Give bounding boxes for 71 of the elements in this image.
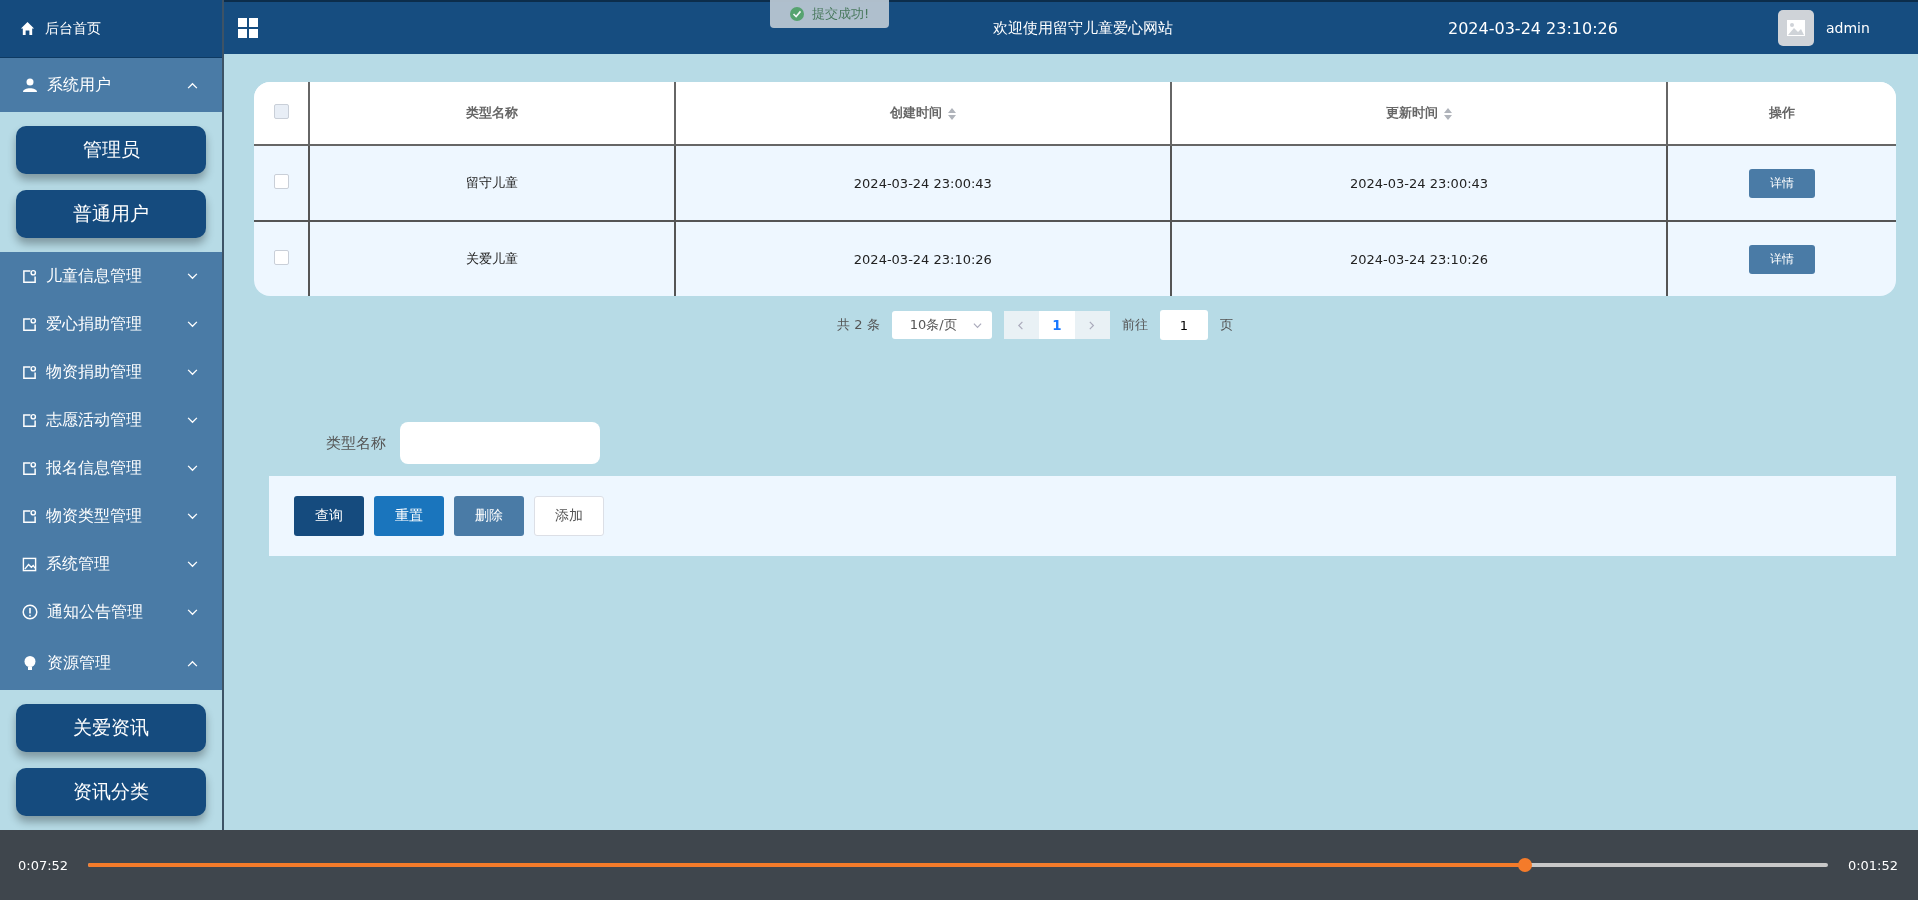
site-title: 欢迎使用留守儿童爱心网站 <box>993 18 1173 37</box>
row-checkbox[interactable] <box>273 250 289 265</box>
page-number[interactable]: 1 <box>1038 311 1075 339</box>
total-count: 共 2 条 <box>837 316 880 334</box>
user-icon <box>22 77 38 93</box>
page-suffix: 页 <box>1219 316 1233 334</box>
chevron-icon <box>187 416 198 424</box>
avatar-image-icon[interactable] <box>1778 10 1814 46</box>
document-icon <box>22 460 37 476</box>
prev-page-button[interactable] <box>1003 311 1039 339</box>
document-icon <box>22 268 37 284</box>
chevron-icon <box>972 320 982 330</box>
submenu-button[interactable]: 资讯分类 <box>16 768 206 816</box>
column-header[interactable]: 创建时间 <box>889 105 942 120</box>
table-cell: 2024-03-24 23:00:43 <box>853 175 992 191</box>
search-field[interactable] <box>400 422 600 464</box>
info-icon <box>22 604 38 620</box>
column-header[interactable]: 更新时间 <box>1386 105 1439 120</box>
home-icon <box>20 21 35 36</box>
progress-thumb[interactable] <box>1518 858 1533 872</box>
action-button[interactable]: 添加 <box>534 496 604 536</box>
chevron-icon <box>187 464 198 472</box>
table-cell: 关爱儿童 <box>466 251 519 266</box>
progress-track[interactable] <box>88 858 1828 872</box>
goto-page-field[interactable]: 1 <box>1159 310 1208 340</box>
chevron-left-icon <box>1016 320 1026 330</box>
chevron-icon <box>187 272 198 280</box>
row-checkbox[interactable] <box>273 174 289 189</box>
column-header: 操作 <box>1769 105 1796 120</box>
username[interactable]: admin <box>1826 20 1870 36</box>
submenu-button[interactable]: 普通用户 <box>16 190 206 238</box>
sort-icon[interactable] <box>947 107 956 120</box>
current-datetime: 2024-03-24 23:10:26 <box>1448 18 1619 38</box>
check-icon <box>790 7 804 21</box>
submenu-button[interactable]: 关爱资讯 <box>16 704 206 752</box>
success-toast: 提交成功! <box>770 0 890 28</box>
details-button[interactable]: 详情 <box>1749 168 1816 198</box>
table-cell: 留守儿童 <box>466 175 519 190</box>
chevron-icon <box>187 560 198 568</box>
submenu-button[interactable]: 管理员 <box>16 126 206 174</box>
current-time: 0:07:52 <box>18 857 69 873</box>
table-cell: 2024-03-24 23:10:26 <box>1350 251 1489 267</box>
chevron-icon <box>187 368 198 376</box>
home-menu-item[interactable]: 后台首页 <box>0 0 222 58</box>
chevron-icon <box>187 512 198 520</box>
next-page-button[interactable] <box>1074 311 1110 339</box>
select-all-checkbox[interactable] <box>273 104 289 119</box>
action-button[interactable]: 重置 <box>374 496 444 536</box>
document-icon <box>22 364 37 380</box>
action-button[interactable]: 查询 <box>294 496 364 536</box>
chevron-icon <box>187 81 198 89</box>
search-label: 类型名称 <box>326 433 386 453</box>
duration: 0:01:52 <box>1847 857 1898 873</box>
table-cell: 2024-03-24 23:00:43 <box>1350 175 1489 191</box>
chevron-right-icon <box>1087 320 1097 330</box>
sort-icon[interactable] <box>1444 107 1453 120</box>
chevron-icon <box>187 608 198 616</box>
bulb-icon <box>22 655 38 671</box>
column-header: 类型名称 <box>466 105 519 120</box>
chevron-icon <box>187 320 198 328</box>
chevron-icon <box>187 659 198 667</box>
details-button[interactable]: 详情 <box>1749 244 1816 274</box>
table-cell: 2024-03-24 23:10:26 <box>853 251 992 267</box>
document-icon <box>22 412 37 428</box>
action-button[interactable]: 删除 <box>454 496 524 536</box>
image-icon <box>22 556 37 572</box>
grid-icon[interactable] <box>238 18 258 38</box>
goto-label: 前往 <box>1121 316 1148 334</box>
page-size-select[interactable]: 10条/页 <box>891 311 992 339</box>
document-icon <box>22 316 37 332</box>
document-icon <box>22 508 37 524</box>
